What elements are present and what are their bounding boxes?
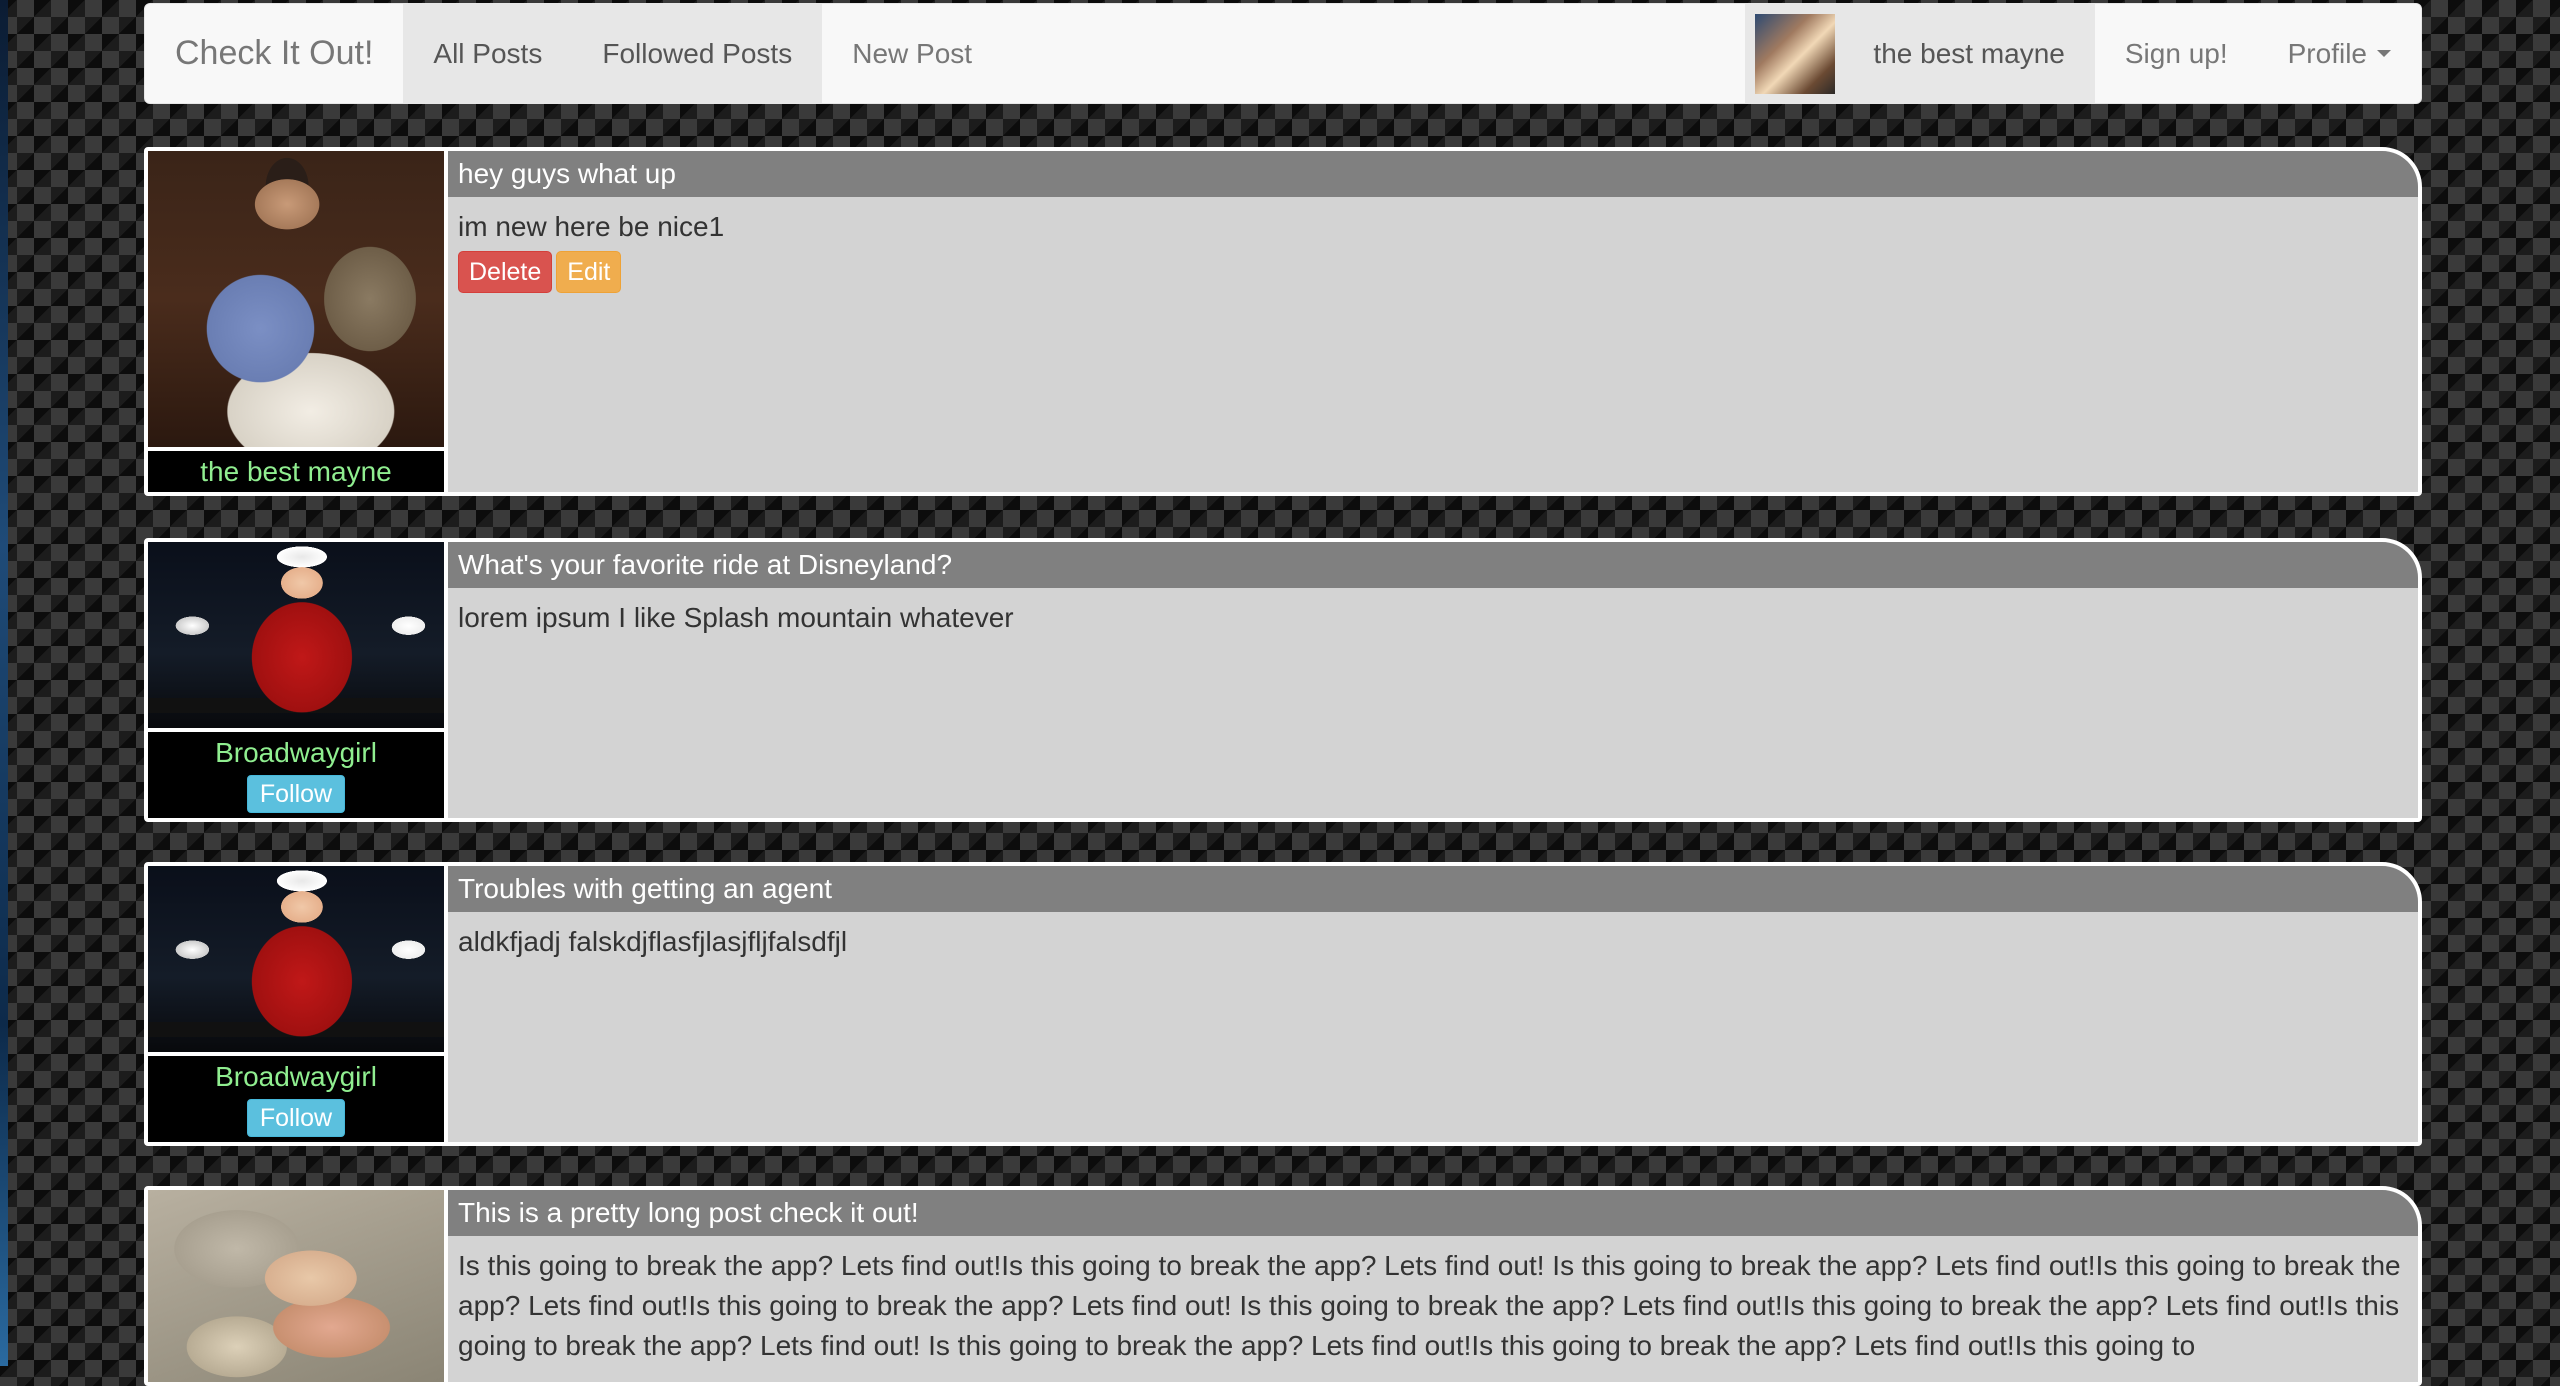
nav-followed-posts[interactable]: Followed Posts bbox=[572, 4, 823, 103]
nav-all-posts[interactable]: All Posts bbox=[403, 4, 573, 103]
post-body: This is a pretty long post check it out!… bbox=[448, 1190, 2418, 1382]
post-title: This is a pretty long post check it out! bbox=[448, 1190, 2418, 1236]
post-author: the best mayne bbox=[148, 151, 448, 492]
author-avatar[interactable] bbox=[148, 542, 444, 732]
follow-button[interactable]: Follow bbox=[247, 775, 345, 813]
post-title: Troubles with getting an agent bbox=[448, 866, 2418, 912]
post-card: This is a pretty long post check it out!… bbox=[144, 1186, 2422, 1386]
nav-new-post[interactable]: New Post bbox=[822, 4, 1002, 103]
author-name[interactable]: Broadwaygirl bbox=[148, 1056, 444, 1095]
author-avatar[interactable] bbox=[148, 866, 444, 1056]
brand-link[interactable]: Check It Out! bbox=[145, 4, 403, 103]
delete-button[interactable]: Delete bbox=[458, 251, 553, 293]
current-user-link[interactable]: the best mayne bbox=[1745, 4, 2095, 103]
post-author: Broadwaygirl Follow bbox=[148, 542, 448, 818]
post-author: Broadwaygirl Follow bbox=[148, 866, 448, 1142]
post-card: Broadwaygirl Follow Troubles with gettin… bbox=[144, 862, 2422, 1146]
post-text: aldkfjadj falskdjflasfjlasjfljfalsdfjl bbox=[458, 926, 848, 957]
post-text: Is this going to break the app? Lets fin… bbox=[458, 1250, 2401, 1361]
edit-button[interactable]: Edit bbox=[556, 251, 622, 293]
post-body: hey guys what up im new here be nice1 De… bbox=[448, 151, 2418, 492]
author-name[interactable]: the best mayne bbox=[148, 451, 444, 490]
top-navbar: Check It Out! All Posts Followed Posts N… bbox=[144, 3, 2422, 104]
nav-right-group: the best mayne Sign up! Profile bbox=[1745, 4, 2421, 103]
post-title: What's your favorite ride at Disneyland? bbox=[448, 542, 2418, 588]
window-edge bbox=[0, 0, 8, 1366]
nav-signup[interactable]: Sign up! bbox=[2095, 4, 2258, 103]
profile-dropdown[interactable]: Profile bbox=[2258, 4, 2421, 103]
post-body: What's your favorite ride at Disneyland?… bbox=[448, 542, 2418, 818]
author-avatar[interactable] bbox=[148, 151, 444, 451]
post-title: hey guys what up bbox=[448, 151, 2418, 197]
caret-down-icon bbox=[2377, 50, 2391, 57]
post-content: im new here be nice1 Delete Edit bbox=[448, 197, 2418, 293]
author-name[interactable]: Broadwaygirl bbox=[148, 732, 444, 771]
post-card: the best mayne hey guys what up im new h… bbox=[144, 147, 2422, 496]
follow-button[interactable]: Follow bbox=[247, 1099, 345, 1137]
author-avatar[interactable] bbox=[148, 1190, 444, 1382]
post-body: Troubles with getting an agent aldkfjadj… bbox=[448, 866, 2418, 1142]
profile-label: Profile bbox=[2287, 37, 2367, 69]
post-author bbox=[148, 1190, 448, 1382]
user-avatar bbox=[1755, 13, 1836, 94]
post-text: im new here be nice1 bbox=[458, 211, 725, 242]
post-text: lorem ipsum I like Splash mountain whate… bbox=[458, 602, 1014, 633]
current-user-name: the best mayne bbox=[1873, 37, 2065, 69]
post-card: Broadwaygirl Follow What's your favorite… bbox=[144, 538, 2422, 822]
